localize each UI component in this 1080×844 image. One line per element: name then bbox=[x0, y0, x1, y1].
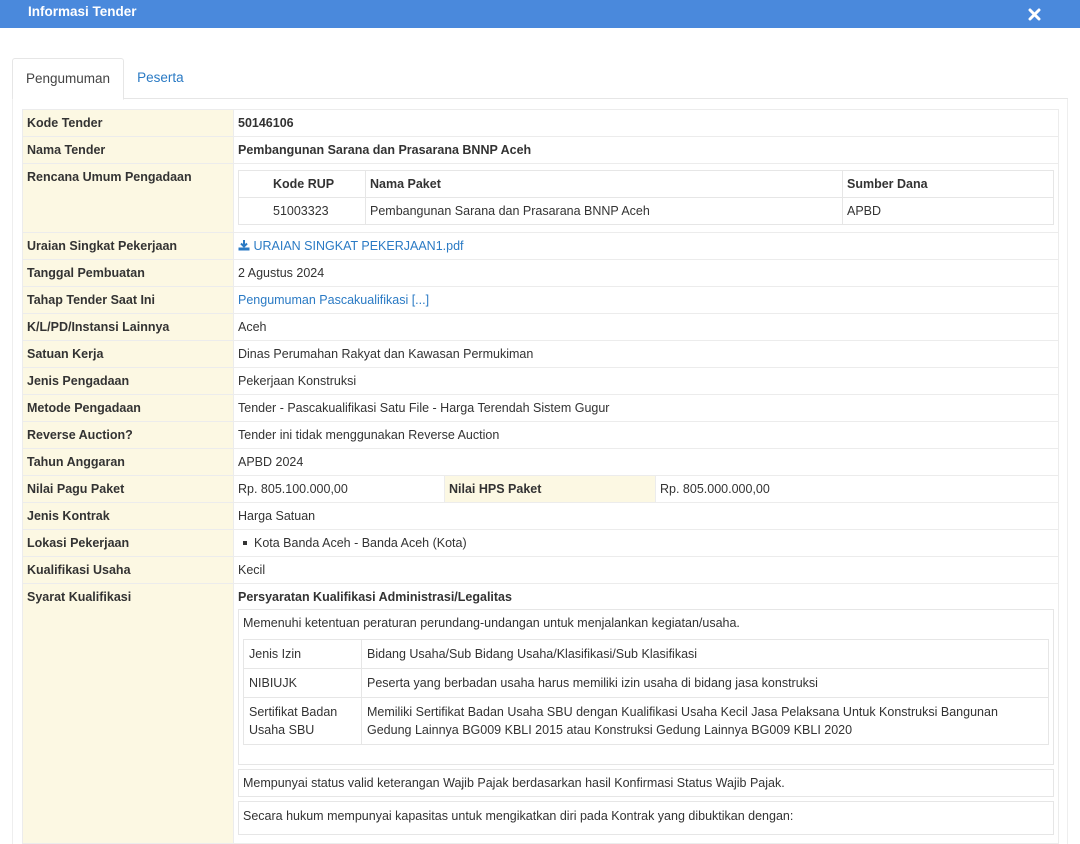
syarat-item1-text: Memenuhi ketentuan peraturan perundang-u… bbox=[243, 616, 740, 630]
row-kode-tender: Kode Tender 50146106 bbox=[22, 109, 1059, 137]
izin-b: Bidang Usaha/Sub Bidang Usaha/Klasifikas… bbox=[361, 639, 1049, 669]
row-tahap: Tahap Tender Saat Ini Pengumuman Pascaku… bbox=[22, 286, 1059, 314]
izin-b: Memiliki Sertifikat Badan Usaha SBU deng… bbox=[361, 697, 1049, 745]
row-metode: Metode Pengadaan Tender - Pascakualifika… bbox=[22, 394, 1059, 422]
syarat-item-legal: Memenuhi ketentuan peraturan perundang-u… bbox=[238, 609, 1054, 765]
kualifikasi-value: Kecil bbox=[233, 556, 1059, 584]
tahap-cell: Pengumuman Pascakualifikasi [...] bbox=[233, 286, 1059, 314]
izin-row: Jenis Izin Bidang Usaha/Sub Bidang Usaha… bbox=[243, 639, 1049, 669]
rup-label: Rencana Umum Pengadaan bbox=[22, 163, 234, 233]
tahap-link[interactable]: Pengumuman Pascakualifikasi [...] bbox=[238, 293, 429, 307]
satker-label: Satuan Kerja bbox=[22, 340, 234, 368]
syarat-item-pajak: Mempunyai status valid keterangan Wajib … bbox=[238, 769, 1054, 797]
close-icon[interactable] bbox=[1024, 4, 1044, 24]
tab-bar: Pengumuman Peserta bbox=[12, 58, 1068, 100]
klpd-label: K/L/PD/Instansi Lainnya bbox=[22, 313, 234, 341]
row-lokasi: Lokasi Pekerjaan Kota Banda Aceh - Banda… bbox=[22, 529, 1059, 557]
pagu-label: Nilai Pagu Paket bbox=[22, 475, 234, 503]
satker-value: Dinas Perumahan Rakyat dan Kawasan Permu… bbox=[233, 340, 1059, 368]
izin-a: NIBIUJK bbox=[243, 668, 362, 698]
hps-value: Rp. 805.000.000,00 bbox=[655, 475, 1059, 503]
lokasi-value: Kota Banda Aceh - Banda Aceh (Kota) bbox=[254, 536, 467, 550]
row-reverse: Reverse Auction? Tender ini tidak menggu… bbox=[22, 421, 1059, 449]
izin-a: Jenis Izin bbox=[243, 639, 362, 669]
rup-row: 51003323 Pembangunan Sarana dan Prasaran… bbox=[238, 197, 1054, 225]
reverse-value: Tender ini tidak menggunakan Reverse Auc… bbox=[233, 421, 1059, 449]
row-jenis-pengadaan: Jenis Pengadaan Pekerjaan Konstruksi bbox=[22, 367, 1059, 395]
tab-panel: Kode Tender 50146106 Nama Tender Pembang… bbox=[12, 99, 1068, 844]
modal-title: Informasi Tender bbox=[28, 3, 137, 19]
kualifikasi-label: Kualifikasi Usaha bbox=[22, 556, 234, 584]
nama-tender-label: Nama Tender bbox=[22, 136, 234, 164]
izin-row: NIBIUJK Peserta yang berbadan usaha haru… bbox=[243, 668, 1049, 698]
rup-sumber: APBD bbox=[842, 197, 1054, 225]
modal-header: Informasi Tender bbox=[0, 0, 1080, 28]
rup-table: Kode RUP Nama Paket Sumber Dana 51003323… bbox=[238, 170, 1054, 225]
row-kualifikasi: Kualifikasi Usaha Kecil bbox=[22, 556, 1059, 584]
syarat-label: Syarat Kualifikasi bbox=[22, 583, 234, 844]
tahap-label: Tahap Tender Saat Ini bbox=[22, 286, 234, 314]
kontrak-label: Jenis Kontrak bbox=[22, 502, 234, 530]
rup-header-nama: Nama Paket bbox=[365, 170, 843, 198]
izin-b: Peserta yang berbadan usaha harus memili… bbox=[361, 668, 1049, 698]
row-nama-tender: Nama Tender Pembangunan Sarana dan Prasa… bbox=[22, 136, 1059, 164]
kode-tender-label: Kode Tender bbox=[22, 109, 234, 137]
syarat-heading: Persyaratan Kualifikasi Administrasi/Leg… bbox=[238, 590, 512, 604]
rup-value: Kode RUP Nama Paket Sumber Dana 51003323… bbox=[233, 163, 1059, 233]
row-satker: Satuan Kerja Dinas Perumahan Rakyat dan … bbox=[22, 340, 1059, 368]
pagu-value: Rp. 805.100.000,00 bbox=[233, 475, 445, 503]
tanggal-label: Tanggal Pembuatan bbox=[22, 259, 234, 287]
rup-nama: Pembangunan Sarana dan Prasarana BNNP Ac… bbox=[365, 197, 843, 225]
tanggal-value: 2 Agustus 2024 bbox=[233, 259, 1059, 287]
uraian-label: Uraian Singkat Pekerjaan bbox=[22, 232, 234, 260]
row-klpd: K/L/PD/Instansi Lainnya Aceh bbox=[22, 313, 1059, 341]
tender-info-table: Kode Tender 50146106 Nama Tender Pembang… bbox=[22, 109, 1059, 844]
jenis-pengadaan-value: Pekerjaan Konstruksi bbox=[233, 367, 1059, 395]
syarat-value: Persyaratan Kualifikasi Administrasi/Leg… bbox=[233, 583, 1059, 844]
metode-value: Tender - Pascakualifikasi Satu File - Ha… bbox=[233, 394, 1059, 422]
tahun-value: APBD 2024 bbox=[233, 448, 1059, 476]
hps-label: Nilai HPS Paket bbox=[444, 475, 656, 503]
row-pagu: Nilai Pagu Paket Rp. 805.100.000,00 Nila… bbox=[22, 475, 1059, 503]
tab-peserta[interactable]: Peserta bbox=[124, 58, 197, 99]
izin-row: Sertifikat Badan Usaha SBU Memiliki Sert… bbox=[243, 697, 1049, 745]
izin-table: Jenis Izin Bidang Usaha/Sub Bidang Usaha… bbox=[243, 639, 1049, 745]
row-syarat: Syarat Kualifikasi Persyaratan Kualifika… bbox=[22, 583, 1059, 844]
jenis-pengadaan-label: Jenis Pengadaan bbox=[22, 367, 234, 395]
bullet-icon bbox=[243, 540, 247, 545]
klpd-value: Aceh bbox=[233, 313, 1059, 341]
lokasi-label: Lokasi Pekerjaan bbox=[22, 529, 234, 557]
tab-pengumuman[interactable]: Pengumuman bbox=[12, 58, 125, 100]
rup-header-kode: Kode RUP bbox=[238, 170, 366, 198]
nama-tender-value: Pembangunan Sarana dan Prasarana BNNP Ac… bbox=[233, 136, 1059, 164]
row-uraian: Uraian Singkat Pekerjaan URAIAN SINGKAT … bbox=[22, 232, 1059, 260]
metode-label: Metode Pengadaan bbox=[22, 394, 234, 422]
kontrak-value: Harga Satuan bbox=[233, 502, 1059, 530]
kode-tender-value: 50146106 bbox=[233, 109, 1059, 137]
uraian-file-name: URAIAN SINGKAT PEKERJAAN1.pdf bbox=[253, 239, 464, 253]
lokasi-cell: Kota Banda Aceh - Banda Aceh (Kota) bbox=[233, 529, 1059, 557]
row-tanggal: Tanggal Pembuatan 2 Agustus 2024 bbox=[22, 259, 1059, 287]
row-rup: Rencana Umum Pengadaan Kode RUP Nama Pak… bbox=[22, 163, 1059, 233]
rup-header-sumber: Sumber Dana bbox=[842, 170, 1054, 198]
rup-kode: 51003323 bbox=[238, 197, 366, 225]
row-kontrak: Jenis Kontrak Harga Satuan bbox=[22, 502, 1059, 530]
uraian-value: URAIAN SINGKAT PEKERJAAN1.pdf bbox=[233, 232, 1059, 260]
izin-a: Sertifikat Badan Usaha SBU bbox=[243, 697, 362, 745]
download-icon bbox=[238, 239, 253, 253]
reverse-label: Reverse Auction? bbox=[22, 421, 234, 449]
row-tahun: Tahun Anggaran APBD 2024 bbox=[22, 448, 1059, 476]
uraian-download-link[interactable]: URAIAN SINGKAT PEKERJAAN1.pdf bbox=[238, 239, 464, 253]
tahun-label: Tahun Anggaran bbox=[22, 448, 234, 476]
syarat-item-kontrak: Secara hukum mempunyai kapasitas untuk m… bbox=[238, 801, 1054, 835]
